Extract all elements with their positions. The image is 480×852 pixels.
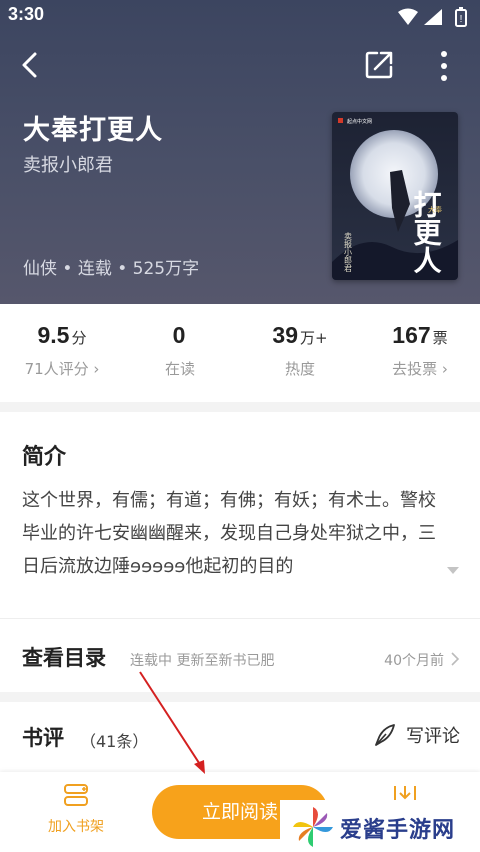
catalog-status: 连载中 更新至新书已肥 [130, 653, 275, 669]
cover-brand: 起点中文网 [347, 118, 372, 125]
stat-rating-label: 71人评分 › [24, 360, 100, 378]
stat-rating-unit: 分 [71, 329, 87, 347]
cover-author-art: 卖报小郎君 [344, 232, 353, 273]
wifi-icon [398, 8, 418, 25]
stat-votes-label: 去投票 › [392, 360, 448, 378]
section-gap [0, 402, 480, 412]
stat-popularity-unit: 万+ [300, 329, 328, 347]
book-meta: 仙侠 • 连载 • 525万字 [23, 259, 200, 279]
status-icons: ! [398, 7, 467, 27]
write-review-button[interactable]: 写评论 [372, 720, 460, 750]
intro-expand-button[interactable] [444, 562, 462, 576]
signal-icon [424, 9, 442, 25]
chevron-right-icon [451, 652, 460, 666]
book-cover[interactable]: 起点中文网 打更人 大奉 卖报小郎君 [332, 112, 458, 280]
stat-popularity-label: 热度 [284, 360, 315, 378]
battery-icon: ! [455, 7, 467, 27]
catalog-heading: 查看目录 [22, 646, 106, 670]
catalog-updated: 40个月前 [384, 653, 444, 669]
book-title: 大奉打更人 [23, 115, 163, 146]
pen-icon [375, 724, 395, 746]
stat-popularity: 39 万+ 热度 [240, 322, 360, 379]
write-review-label: 写评论 [406, 726, 460, 747]
back-button[interactable] [14, 48, 48, 82]
stat-rating[interactable]: 9.5 分 71人评分 › [2, 322, 122, 379]
watermark-text: 爱酱手游网 [340, 818, 456, 843]
catalog-row[interactable]: 查看目录 连载中 更新至新书已肥 40个月前 [0, 628, 480, 692]
cover-subtitle-art: 大奉 [428, 205, 442, 214]
cover-art: 起点中文网 打更人 大奉 卖报小郎君 [332, 112, 458, 280]
stat-votes[interactable]: 167 票 去投票 › [360, 322, 480, 379]
book-header: 3:30 ! 大奉打更人 卖报小郎君 仙侠 • 连载 • 525万字 起点中文网… [0, 0, 480, 304]
share-button[interactable] [362, 48, 396, 82]
svg-text:!: ! [460, 14, 463, 25]
stat-popularity-value: 39 [272, 322, 298, 348]
watermark: 爱酱手游网 [280, 800, 480, 852]
status-time: 3:30 [8, 4, 45, 24]
stat-reading-label: 在读 [164, 360, 195, 378]
divider [0, 618, 480, 619]
stat-reading-value: 0 [172, 322, 186, 348]
intro-heading: 简介 [22, 445, 67, 470]
more-options-button[interactable] [430, 48, 458, 84]
more-icon [441, 51, 447, 81]
stat-rating-value: 9.5 [37, 322, 70, 348]
back-icon [22, 52, 37, 78]
bookshelf-icon [64, 784, 88, 806]
expand-icon [447, 567, 459, 574]
intro-text[interactable]: 这个世界，有儒；有道；有佛；有妖；有术士。警校毕业的许七安幽幽醒来，发现自己身处… [22, 484, 444, 583]
cover-title-art: 打更人 [410, 190, 443, 274]
stat-votes-unit: 票 [432, 329, 448, 347]
add-to-shelf-label: 加入书架 [48, 819, 104, 835]
stats-row: 9.5 分 71人评分 › 0 在读 39 万+ 热度 167 票 去投票 › [0, 304, 480, 402]
reviews-row: 书评 （41条） 写评论 [0, 700, 480, 772]
reviews-count: （41条） [80, 732, 149, 751]
status-bar: 3:30 ! [0, 0, 480, 34]
share-icon [365, 51, 393, 79]
stat-votes-value: 167 [392, 322, 431, 348]
book-author[interactable]: 卖报小郎君 [23, 151, 113, 177]
stat-reading: 0 在读 [120, 322, 240, 379]
reviews-heading: 书评 [22, 726, 64, 750]
pinwheel-logo-icon [293, 807, 333, 847]
add-to-shelf-button[interactable]: 加入书架 [38, 782, 114, 836]
